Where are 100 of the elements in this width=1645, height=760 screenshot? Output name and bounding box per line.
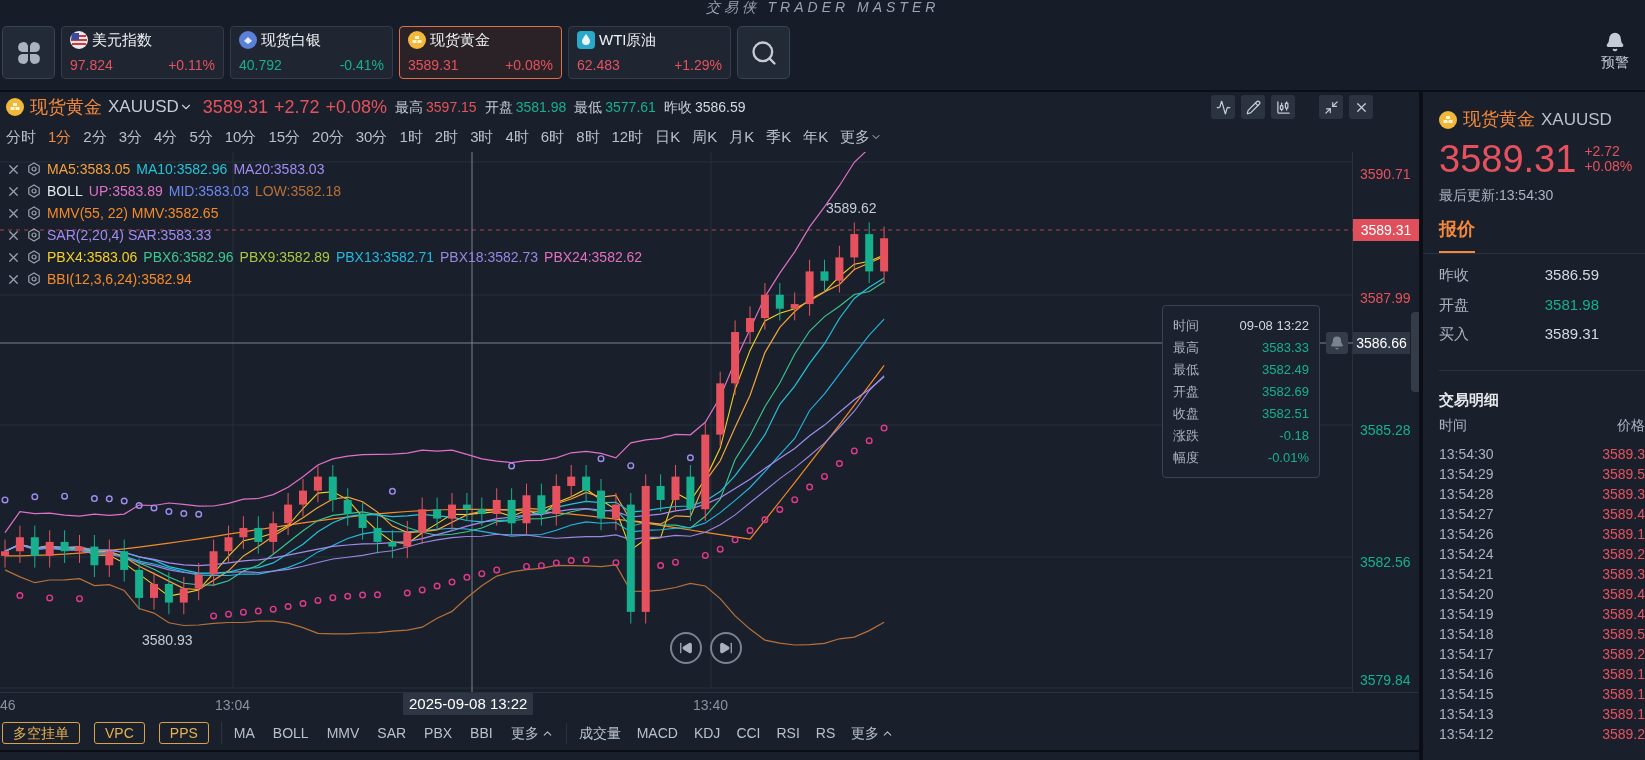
ticker-card[interactable]: 现货白银 40.792 -0.41% xyxy=(230,26,393,79)
price-axis-label: 3587.99 xyxy=(1360,289,1411,308)
period-tab[interactable]: 10分 xyxy=(224,125,257,149)
period-tab[interactable]: 3时 xyxy=(470,125,494,149)
period-tab[interactable]: 年K xyxy=(803,125,829,149)
search-button[interactable] xyxy=(737,26,790,79)
period-tab[interactable]: 8时 xyxy=(576,125,600,149)
period-tab[interactable]: 月K xyxy=(729,125,755,149)
symbol-code[interactable]: XAUUSD xyxy=(108,94,193,120)
period-tab[interactable]: 12时 xyxy=(611,125,644,149)
indicator-tab[interactable]: SAR xyxy=(377,722,407,744)
period-tab[interactable]: 1时 xyxy=(399,125,423,149)
indicator-tab[interactable]: 成交量 xyxy=(578,722,621,744)
bell-icon xyxy=(1605,32,1625,52)
shrink-button[interactable] xyxy=(1319,95,1343,119)
trade-price: 3589.3 xyxy=(1602,445,1645,464)
order-tool-button[interactable]: VPC xyxy=(94,722,145,744)
price-percent: +0.08% xyxy=(1584,159,1633,174)
ticker-card[interactable]: 美元指数 97.824 +0.11% xyxy=(61,26,224,79)
settings-icon[interactable] xyxy=(27,184,41,198)
period-tab[interactable]: 3分 xyxy=(118,125,143,149)
period-tab[interactable]: 30分 xyxy=(355,125,388,149)
trade-time: 13:54:13 xyxy=(1439,705,1494,724)
period-tab[interactable]: 周K xyxy=(692,125,718,149)
period-tab[interactable]: 4时 xyxy=(505,125,529,149)
time-axis-label: 13:04 xyxy=(215,696,251,715)
indicator-tab[interactable]: CCI xyxy=(736,722,761,744)
previous-button[interactable] xyxy=(670,632,702,664)
ticker-card[interactable]: WTI原油 62.483 +1.29% xyxy=(568,26,731,79)
indicator-tab[interactable]: KDJ xyxy=(693,722,721,744)
period-tab[interactable]: 日K xyxy=(655,125,681,149)
indicator-tab[interactable]: 更多 xyxy=(851,722,895,744)
indicator-value: PBX4:3583.06 xyxy=(47,247,138,267)
ticker-change: +0.08% xyxy=(505,56,553,76)
price-axis-label: 3590.71 xyxy=(1360,165,1411,184)
ticker-name: 现货白银 xyxy=(261,29,321,50)
period-tab[interactable]: 2时 xyxy=(434,125,459,149)
trade-time: 13:54:17 xyxy=(1439,645,1494,664)
stat-label: 昨收 xyxy=(663,97,692,117)
quote-tab[interactable]: 报价 xyxy=(1439,216,1475,253)
indicator-tab[interactable]: BBI xyxy=(470,722,493,744)
indicator-tool-button[interactable] xyxy=(1211,95,1235,119)
order-tool-button[interactable]: 多空挂单 xyxy=(2,722,80,744)
settings-icon[interactable] xyxy=(27,206,41,220)
draw-tool-button[interactable] xyxy=(1241,95,1265,119)
trade-price: 3589.3 xyxy=(1602,565,1645,584)
candlestick-icon xyxy=(1275,99,1291,115)
ticker-price: 62.483 xyxy=(577,56,620,76)
diamond-coin-icon xyxy=(239,31,257,49)
period-tab[interactable]: 5分 xyxy=(189,125,213,149)
period-tab[interactable]: 15分 xyxy=(268,125,301,149)
close-button[interactable] xyxy=(1349,95,1373,119)
ticker-card[interactable]: 现货黄金 3589.31 +0.08% xyxy=(399,26,562,79)
indicator-tab[interactable]: RSI xyxy=(776,722,800,744)
pulse-line-icon xyxy=(1215,99,1231,115)
symbol-change: +2.72 xyxy=(273,95,320,119)
period-tab[interactable]: 更多 xyxy=(840,125,883,149)
indicator-value: PBX24:3582.62 xyxy=(544,247,643,267)
order-tool-button[interactable]: PPS xyxy=(158,722,209,744)
trade-price: 3589.4 xyxy=(1602,605,1645,624)
period-tab[interactable]: 1分 xyxy=(48,125,72,149)
settings-icon[interactable] xyxy=(27,162,41,176)
settings-icon[interactable] xyxy=(27,250,41,264)
period-tab[interactable]: 20分 xyxy=(312,125,344,149)
alert-button[interactable]: 预警 xyxy=(1601,32,1629,73)
settings-icon[interactable] xyxy=(27,228,41,242)
quote-value: 3586.59 xyxy=(1544,265,1599,285)
indicator-value: PBX18:3582.73 xyxy=(440,247,539,267)
period-tab[interactable]: 4分 xyxy=(154,125,178,149)
ticker-change: +1.29% xyxy=(674,56,722,76)
trade-price: 3589.4 xyxy=(1602,505,1645,524)
indicator-tab[interactable]: MMV xyxy=(326,722,360,744)
shrink-icon xyxy=(1323,99,1339,115)
apps-button[interactable] xyxy=(2,26,55,79)
indicator-tab[interactable]: PBX xyxy=(424,722,453,744)
indicator-value: SAR(2,20,4) SAR:3583.33 xyxy=(47,225,212,245)
time-axis-label: 46 xyxy=(0,696,16,715)
period-tab[interactable]: 2分 xyxy=(83,125,107,149)
last-price: 3589.31 xyxy=(1439,137,1577,181)
ticker-change: +0.11% xyxy=(168,56,215,76)
ticker-price: 3589.31 xyxy=(408,56,459,76)
period-tab[interactable]: 分时 xyxy=(6,125,36,149)
period-tab[interactable]: 季K xyxy=(766,125,792,149)
period-tab[interactable]: 6时 xyxy=(540,125,565,149)
quote-label: 买入 xyxy=(1439,324,1469,344)
next-button[interactable] xyxy=(710,632,742,664)
side-panel-toggle[interactable] xyxy=(1411,312,1419,392)
indicator-tab[interactable]: 更多 xyxy=(510,722,554,744)
indicator-tab[interactable]: RS xyxy=(815,722,836,744)
chart-type-button[interactable] xyxy=(1271,95,1295,119)
price-alert-button[interactable] xyxy=(1326,332,1348,354)
indicator-tab[interactable]: MA xyxy=(233,722,255,744)
bullion-coin-icon xyxy=(1439,110,1457,129)
tooltip-value: 3582.51 xyxy=(1262,405,1309,423)
indicator-tab[interactable]: MACD xyxy=(636,722,678,744)
stat-value: 3581.98 xyxy=(515,97,567,117)
settings-icon[interactable] xyxy=(27,272,41,286)
trade-time: 13:54:19 xyxy=(1439,605,1494,624)
indicator-tab[interactable]: BOLL xyxy=(272,722,309,744)
tooltip-value: 3583.33 xyxy=(1262,339,1309,357)
